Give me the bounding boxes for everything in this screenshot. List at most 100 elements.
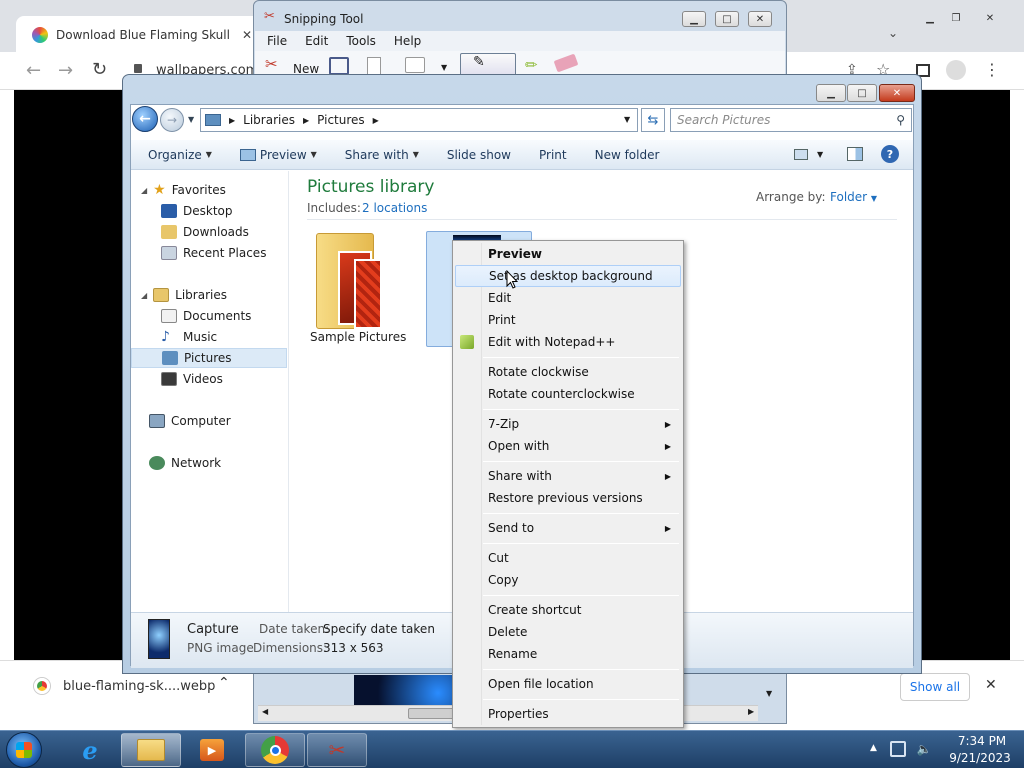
menu-item-edit-notepadpp[interactable]: Edit with Notepad++ <box>455 331 681 353</box>
change-view-icon[interactable] <box>794 149 808 160</box>
download-file-name[interactable]: blue-flaming-sk....webp <box>63 679 215 694</box>
share-with-button[interactable]: Share with ▼ <box>345 148 419 162</box>
new-folder-button[interactable]: New folder <box>595 148 660 162</box>
menu-item-create-shortcut[interactable]: Create shortcut <box>455 599 681 621</box>
snip-menu-file[interactable]: File <box>267 34 287 48</box>
preview-pane-icon[interactable] <box>847 147 863 161</box>
download-bar-close-icon[interactable]: ✕ <box>985 677 997 693</box>
network-tray-icon[interactable] <box>890 741 906 757</box>
scroll-down-icon[interactable]: ▼ <box>766 689 772 698</box>
snip-maximize-button[interactable]: □ <box>715 11 739 27</box>
menu-item-open-with[interactable]: Open with ▶ <box>455 435 681 457</box>
explorer-minimize-button[interactable]: ▁ <box>816 84 846 102</box>
nav-favorites[interactable]: ◢ ★ Favorites <box>131 180 287 200</box>
menu-item-rotate-counterclockwise[interactable]: Rotate counterclockwise <box>455 383 681 405</box>
arrange-by-dropdown[interactable]: Folder ▼ <box>830 190 877 204</box>
clock-time[interactable]: 7:34 PM <box>952 734 1012 748</box>
menu-item-7zip[interactable]: 7-Zip ▶ <box>455 413 681 435</box>
recent-pages-icon[interactable]: ▼ <box>188 115 194 124</box>
chrome-tab[interactable]: Download Blue Flaming Skull Of ✕ <box>16 16 264 54</box>
chrome-close-button[interactable]: ✕ <box>978 10 1002 26</box>
search-input[interactable]: Search Pictures ⚲ <box>670 108 912 132</box>
nav-libraries[interactable]: ◢ Libraries <box>131 285 287 305</box>
back-arrow-icon[interactable]: ← <box>26 60 41 81</box>
menu-item-restore-versions[interactable]: Restore previous versions <box>455 487 681 509</box>
menu-item-delete[interactable]: Delete <box>455 621 681 643</box>
menu-item-rename[interactable]: Rename <box>455 643 681 665</box>
nav-music[interactable]: ♪ Music <box>131 327 287 347</box>
breadcrumb-pictures[interactable]: Pictures <box>317 113 365 127</box>
print-button[interactable]: Print <box>539 148 567 162</box>
menu-item-set-desktop-background[interactable]: Set as desktop background <box>455 265 681 287</box>
chrome-menu-icon[interactable]: ⋮ <box>984 60 1000 79</box>
snip-menu-tools[interactable]: Tools <box>346 34 376 48</box>
taskbar-ie-button[interactable]: e <box>62 733 118 767</box>
taskbar-chrome-button[interactable] <box>245 733 305 767</box>
menu-item-cut[interactable]: Cut <box>455 547 681 569</box>
organize-button[interactable]: Organize ▼ <box>148 148 212 162</box>
scroll-left-icon[interactable]: ◀ <box>262 707 268 716</box>
taskbar-media-player-button[interactable]: ▶ <box>184 733 240 767</box>
includes-locations-link[interactable]: 2 locations <box>362 201 427 215</box>
start-button[interactable] <box>6 732 42 768</box>
breadcrumb-libraries[interactable]: Libraries <box>243 113 295 127</box>
address-dropdown-icon[interactable]: ▼ <box>624 115 630 124</box>
profile-avatar-icon[interactable] <box>946 60 966 80</box>
taskbar-explorer-button[interactable] <box>121 733 181 767</box>
new-snip-icon[interactable]: ✂ <box>265 55 278 73</box>
view-dropdown-icon[interactable]: ▼ <box>817 150 823 159</box>
reload-icon[interactable]: ↻ <box>92 59 107 80</box>
refresh-icon[interactable]: ⇆ <box>641 108 665 132</box>
slide-show-button[interactable]: Slide show <box>447 148 511 162</box>
preview-button[interactable]: Preview ▼ <box>239 148 317 162</box>
arrange-by-value: Folder <box>830 190 868 204</box>
copy-icon[interactable] <box>367 57 381 75</box>
details-date-value[interactable]: Specify date taken <box>323 622 435 636</box>
nav-network[interactable]: Network <box>131 453 287 473</box>
scroll-right-icon[interactable]: ▶ <box>748 707 754 716</box>
snip-menu-help[interactable]: Help <box>394 34 421 48</box>
nav-desktop[interactable]: Desktop <box>131 201 287 221</box>
help-icon[interactable]: ? <box>881 145 899 163</box>
send-icon[interactable] <box>405 57 425 73</box>
chrome-maximize-button[interactable]: ❐ <box>944 10 968 26</box>
sample-pictures-folder[interactable]: Sample Pictures <box>310 231 406 349</box>
nav-documents[interactable]: Documents <box>131 306 287 326</box>
snip-close-button[interactable]: ✕ <box>748 11 772 27</box>
taskbar-snipping-button[interactable]: ✂ <box>307 733 367 767</box>
menu-item-copy[interactable]: Copy <box>455 569 681 591</box>
chrome-minimize-button[interactable]: ▁ <box>918 10 942 26</box>
menu-item-preview[interactable]: Preview <box>455 243 681 265</box>
download-chevron-icon[interactable]: ⌃ <box>218 675 230 691</box>
menu-item-share-with[interactable]: Share with ▶ <box>455 465 681 487</box>
nav-videos[interactable]: Videos <box>131 369 287 389</box>
menu-item-edit[interactable]: Edit <box>455 287 681 309</box>
chrome-tab-search-icon[interactable]: ⌄ <box>888 26 898 40</box>
menu-item-rotate-clockwise[interactable]: Rotate clockwise <box>455 361 681 383</box>
show-all-button[interactable]: Show all <box>900 673 970 701</box>
eraser-icon[interactable] <box>553 53 579 73</box>
menu-item-print[interactable]: Print <box>455 309 681 331</box>
highlighter-icon[interactable]: ✏ <box>525 56 538 74</box>
show-hidden-icons-icon[interactable]: ▲ <box>870 743 877 753</box>
menu-item-open-file-location[interactable]: Open file location <box>455 673 681 695</box>
menu-item-properties[interactable]: Properties <box>455 703 681 725</box>
nav-pictures[interactable]: Pictures <box>131 348 287 368</box>
menu-item-send-to[interactable]: Send to ▶ <box>455 517 681 539</box>
explorer-back-button[interactable]: ← <box>132 106 158 132</box>
send-dropdown-icon[interactable]: ▼ <box>441 63 447 72</box>
explorer-forward-button[interactable]: → <box>160 108 184 132</box>
explorer-maximize-button[interactable]: □ <box>847 84 877 102</box>
snip-menu-edit[interactable]: Edit <box>305 34 328 48</box>
address-bar[interactable]: ▶ Libraries ▶ Pictures ▶ <box>200 108 638 132</box>
nav-computer[interactable]: Computer <box>131 411 287 431</box>
nav-downloads[interactable]: Downloads <box>131 222 287 242</box>
chrome-tab-close-icon[interactable]: ✕ <box>242 28 252 42</box>
nav-recent-places[interactable]: Recent Places <box>131 243 287 263</box>
save-icon[interactable] <box>329 57 349 75</box>
volume-muted-icon[interactable]: 🔈 <box>916 741 932 757</box>
clock-date[interactable]: 9/21/2023 <box>944 751 1016 765</box>
forward-arrow-icon[interactable]: → <box>58 60 73 81</box>
explorer-close-button[interactable]: ✕ <box>879 84 915 102</box>
snip-minimize-button[interactable]: ▁ <box>682 11 706 27</box>
